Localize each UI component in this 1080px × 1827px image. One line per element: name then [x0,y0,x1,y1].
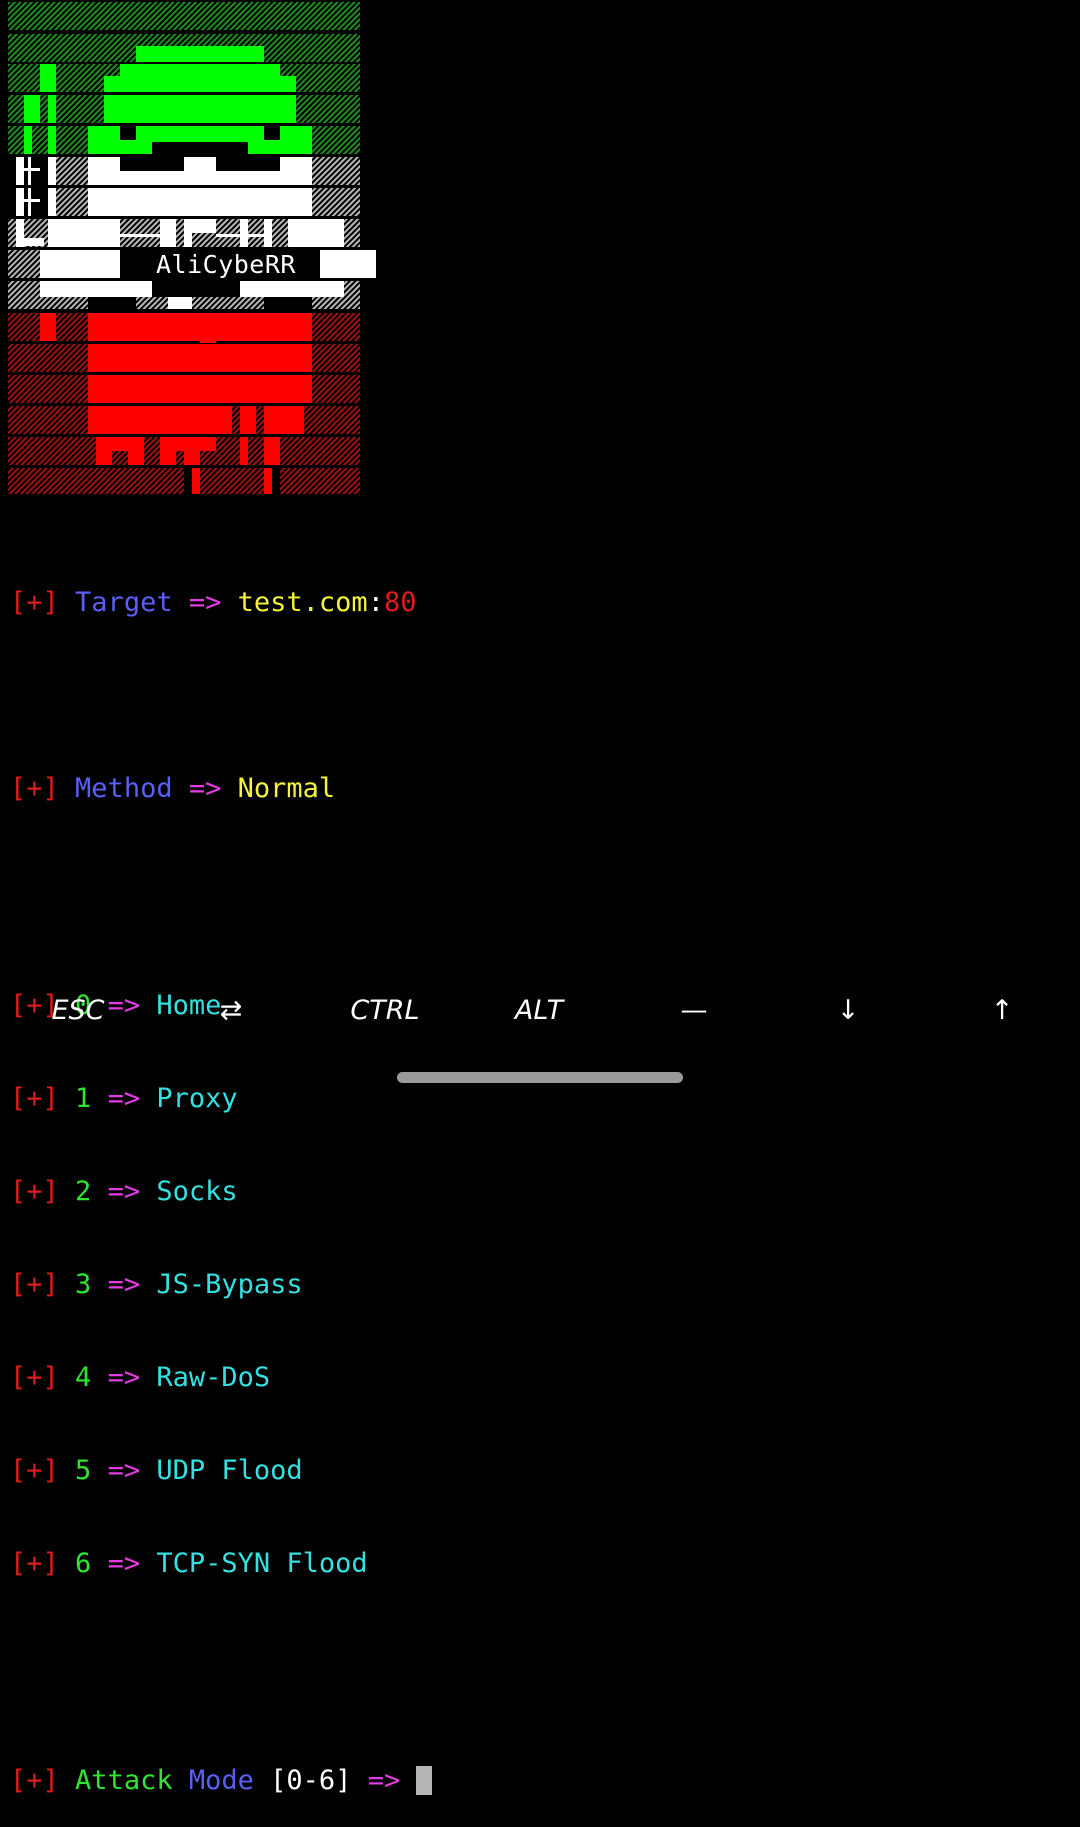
white-stripe [8,157,376,309]
ctrl-key-label: CTRL [350,995,420,1026]
prefix-marker: [+] [10,1083,59,1114]
target-line: [+] Target => test.com:80 [10,587,432,618]
option-label: UDP Flood [156,1455,303,1486]
option-line: [+] 6 => TCP-SYN Flood [10,1548,432,1579]
target-host: test.com [237,587,368,618]
arrow: => [188,773,222,804]
option-label: Socks [156,1176,238,1207]
option-line: [+] 5 => UDP Flood [10,1455,432,1486]
option-label: Proxy [156,1083,238,1114]
option-number: 3 [75,1269,92,1300]
prompt-range: [0-6] [270,1765,352,1796]
option-line: [+] 1 => Proxy [10,1083,432,1114]
option-line: [+] 3 => JS-Bypass [10,1269,432,1300]
arrow: => [107,1455,141,1486]
target-port: 80 [383,587,417,618]
arrow: => [367,1765,401,1796]
option-label: TCP-SYN Flood [156,1548,368,1579]
dash-key-label: — [680,995,708,1026]
option-line: [+] 4 => Raw-DoS [10,1362,432,1393]
option-label: Raw-DoS [156,1362,271,1393]
arrow-down-icon: ↓ [836,995,860,1026]
ascii-art-banner [8,2,376,494]
method-value: Normal [237,773,336,804]
option-label: JS-Bypass [156,1269,303,1300]
tab-key[interactable]: ⇄ [161,985,301,1037]
arrow-up-key[interactable]: ↑ [932,985,1072,1037]
green-stripe [8,2,360,154]
alt-key-label: ALT [514,995,564,1026]
method-line: [+] Method => Normal [10,773,432,804]
prompt-line[interactable]: [+] Attack Mode [0-6] => [10,1765,433,1796]
alt-key[interactable]: ALT [469,985,609,1037]
arrow: => [107,1362,141,1393]
target-colon: : [367,587,384,618]
prefix-marker: [+] [10,587,59,618]
arrow: => [107,1269,141,1300]
prompt-attack-word: Attack [75,1765,173,1796]
home-indicator[interactable] [397,1072,683,1083]
arrow: => [107,1176,141,1207]
option-number: 1 [75,1083,92,1114]
prefix-marker: [+] [10,1548,59,1579]
prefix-marker: [+] [10,1269,59,1300]
option-number: 6 [75,1548,92,1579]
prefix-marker: [+] [10,1765,59,1796]
option-line: [+] 2 => Socks [10,1176,432,1207]
option-number: 5 [75,1455,92,1486]
prompt-mode-word: Mode [188,1765,254,1796]
option-number: 2 [75,1176,92,1207]
arrow-up-icon: ↑ [990,995,1014,1026]
arrow: => [107,1083,141,1114]
prefix-marker: [+] [10,773,59,804]
terminal-output: [+] Target => test.com:80 [+] Method => … [10,525,433,1827]
banner-label-text: AliCybeRR [156,250,296,279]
tab-icon: ⇄ [219,995,243,1026]
prefix-marker: [+] [10,1362,59,1393]
arrow: => [107,1548,141,1579]
terminal-cursor[interactable] [416,1766,433,1795]
ctrl-key[interactable]: CTRL [315,985,455,1037]
prefix-marker: [+] [10,1455,59,1486]
extra-keys-bar: ESC ⇄ CTRL ALT — ↓ ↑ [0,985,1080,1037]
option-number: 4 [75,1362,92,1393]
target-key: Target [75,587,173,618]
prefix-marker: [+] [10,1176,59,1207]
method-key: Method [75,773,173,804]
esc-key[interactable]: ESC [8,985,148,1037]
banner-label: AliCybeRR [152,251,300,279]
dash-key[interactable]: — [624,985,764,1037]
arrow-down-key[interactable]: ↓ [778,985,918,1037]
arrow: => [188,587,222,618]
esc-key-label: ESC [51,995,105,1026]
red-stripe [8,313,360,494]
